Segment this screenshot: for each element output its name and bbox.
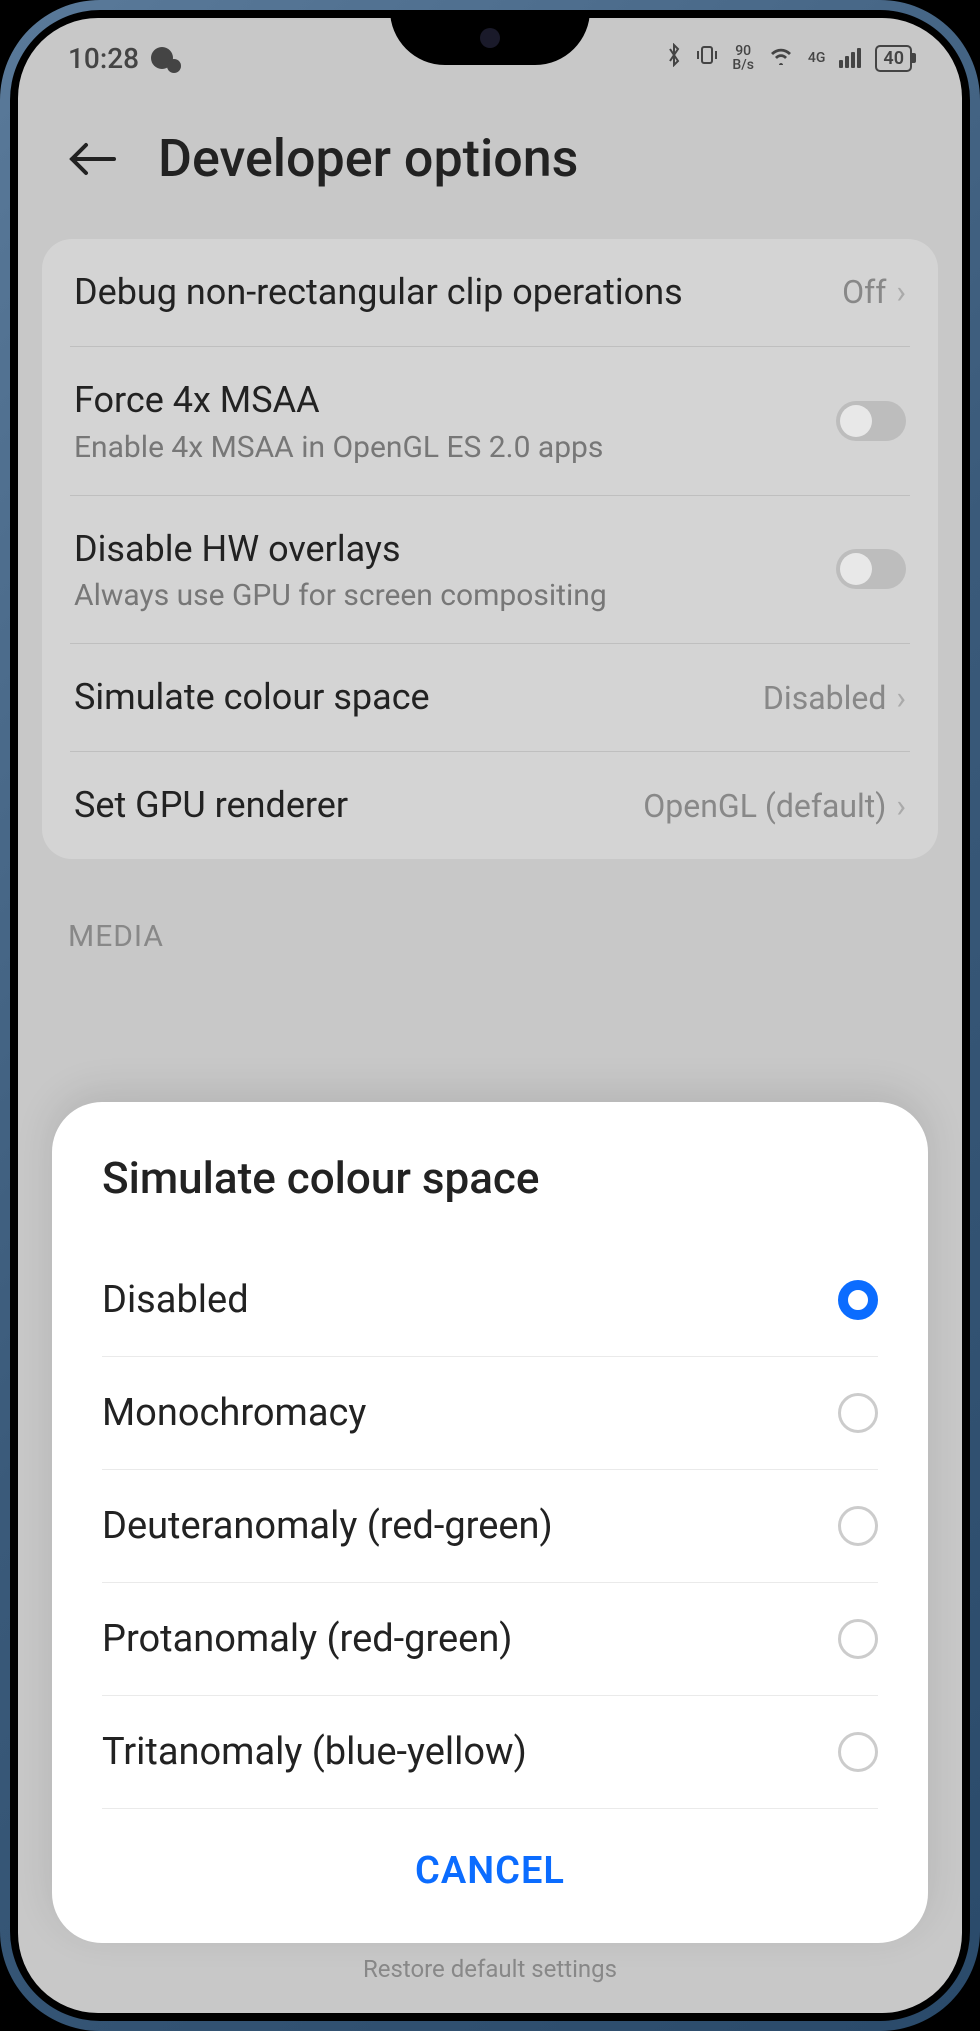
option-protanomaly[interactable]: Protanomaly (red-green) [102, 1583, 878, 1696]
row-title: Set GPU renderer [74, 782, 623, 829]
row-value: Off [842, 273, 886, 311]
row-value: Disabled [763, 679, 886, 717]
bluetooth-icon [666, 43, 682, 73]
radio-icon [838, 1619, 878, 1659]
status-time: 10:28 [68, 42, 139, 75]
radio-selected-icon [838, 1280, 878, 1320]
row-title: Debug non-rectangular clip operations [74, 269, 822, 316]
net-speed: 90 B/s [732, 44, 754, 72]
option-tritanomaly[interactable]: Tritanomaly (blue-yellow) [102, 1696, 878, 1809]
signal-icon [839, 48, 861, 68]
settings-list: Debug non-rectangular clip operations Of… [42, 239, 938, 859]
radio-icon [838, 1732, 878, 1772]
row-title: Force 4x MSAA [74, 377, 816, 424]
wechat-icon [151, 47, 173, 69]
cancel-button[interactable]: CANCEL [102, 1809, 878, 1913]
row-value: OpenGL (default) [643, 787, 886, 825]
row-gpu-renderer[interactable]: Set GPU renderer OpenGL (default) › [70, 752, 910, 859]
option-label: Monochromacy [102, 1391, 366, 1435]
section-label-media: MEDIA [18, 869, 962, 964]
chevron-right-icon: › [896, 787, 906, 825]
option-label: Disabled [102, 1278, 249, 1322]
row-debug-clip[interactable]: Debug non-rectangular clip operations Of… [70, 239, 910, 347]
row-force-msaa[interactable]: Force 4x MSAA Enable 4x MSAA in OpenGL E… [70, 347, 910, 496]
page-header: Developer options [18, 98, 962, 229]
row-hw-overlays[interactable]: Disable HW overlays Always use GPU for s… [70, 496, 910, 645]
row-title: Disable HW overlays [74, 526, 816, 573]
restore-default-hint: Restore default settings [18, 1955, 962, 1983]
row-title: Simulate colour space [74, 674, 743, 721]
toggle-switch[interactable] [836, 549, 906, 589]
toggle-switch[interactable] [836, 401, 906, 441]
option-disabled[interactable]: Disabled [102, 1244, 878, 1357]
page-title: Developer options [158, 128, 578, 189]
wifi-icon [768, 45, 794, 71]
row-simulate-colour[interactable]: Simulate colour space Disabled › [70, 644, 910, 752]
back-button[interactable] [68, 134, 118, 184]
radio-icon [838, 1506, 878, 1546]
row-subtitle: Enable 4x MSAA in OpenGL ES 2.0 apps [74, 430, 816, 465]
option-label: Protanomaly (red-green) [102, 1617, 513, 1661]
dialog-simulate-colour: Simulate colour space Disabled Monochrom… [52, 1102, 928, 1943]
dialog-title: Simulate colour space [102, 1152, 878, 1204]
radio-icon [838, 1393, 878, 1433]
row-subtitle: Always use GPU for screen compositing [74, 578, 816, 613]
option-label: Tritanomaly (blue-yellow) [102, 1730, 527, 1774]
option-deuteranomaly[interactable]: Deuteranomaly (red-green) [102, 1470, 878, 1583]
chevron-right-icon: › [896, 273, 906, 311]
vibrate-icon [696, 43, 718, 73]
chevron-right-icon: › [896, 679, 906, 717]
option-monochromacy[interactable]: Monochromacy [102, 1357, 878, 1470]
option-label: Deuteranomaly (red-green) [102, 1504, 553, 1548]
battery-icon: 40 [875, 45, 912, 72]
net-type: 4G [808, 51, 826, 65]
